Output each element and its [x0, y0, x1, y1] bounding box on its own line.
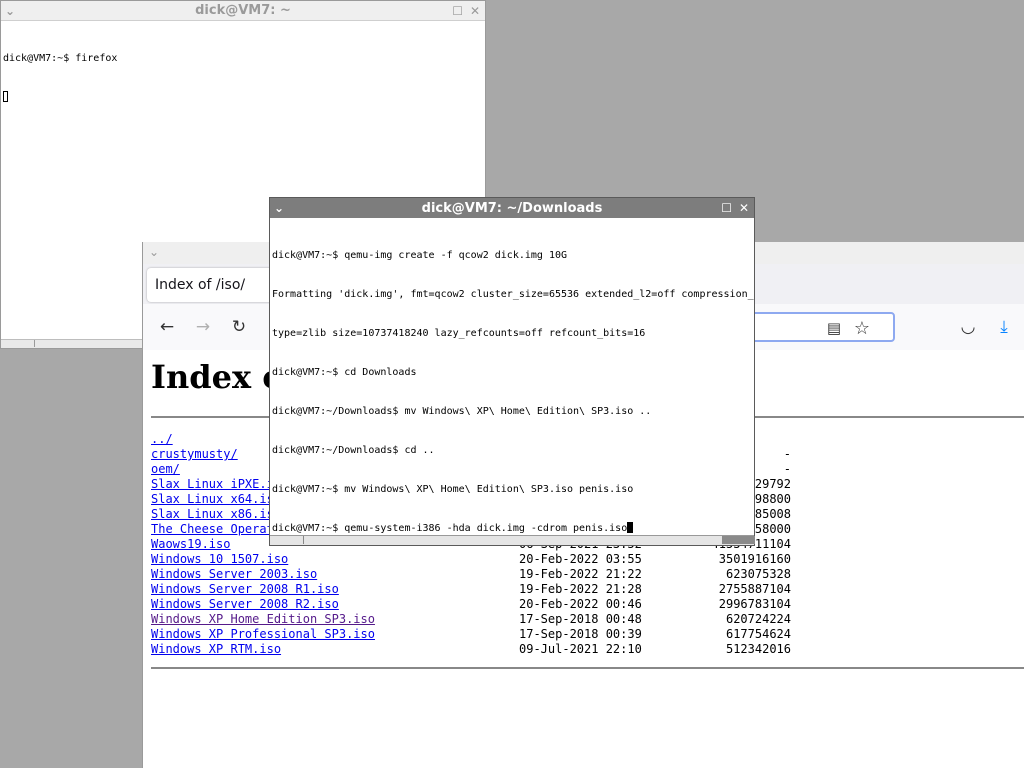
- file-date: 19-Feb-2022 21:22: [519, 567, 642, 581]
- file-size: 85008: [754, 507, 791, 521]
- terminal-output[interactable]: dick@VM7:~$ qemu-img create -f qcow2 dic…: [272, 223, 754, 561]
- file-link[interactable]: Windows Server 2003.iso: [151, 567, 317, 582]
- terminal-line: dick@VM7:~$ mv Windows\ XP\ Home\ Editio…: [272, 484, 634, 495]
- terminal-line: type=zlib size=10737418240 lazy_refcount…: [272, 328, 646, 339]
- listing-row: Windows XP RTM.iso 09-Jul-2021 22:10 51234…: [151, 642, 791, 657]
- terminal-line: dick@VM7:~$ cd Downloads: [272, 367, 417, 378]
- file-size: -: [783, 447, 791, 461]
- file-date: 17-Sep-2018 00:48: [519, 612, 642, 626]
- maximize-icon[interactable]: ☐: [721, 198, 732, 218]
- file-size: 617754624: [725, 627, 791, 641]
- file-link[interactable]: ../: [151, 432, 173, 447]
- file-link[interactable]: crustymusty/: [151, 447, 238, 462]
- reload-icon[interactable]: ↻: [228, 316, 250, 338]
- file-date: 09-Jul-2021 22:10: [519, 642, 642, 656]
- terminal-output[interactable]: dick@VM7:~$ firefox: [3, 26, 117, 132]
- file-size: -: [783, 462, 791, 476]
- file-date: 17-Sep-2018 00:39: [519, 627, 642, 641]
- file-link[interactable]: Windows XP Professional SP3.iso: [151, 627, 375, 642]
- terminal-line: dick@VM7:~/Downloads$ mv Windows\ XP\ Ho…: [272, 406, 652, 417]
- pocket-icon[interactable]: ◡: [957, 316, 979, 338]
- window-menu-icon[interactable]: ⌄: [5, 1, 15, 21]
- terminal-titlebar[interactable]: ⌄ dick@VM7: ~/Downloads ☐ ✕: [270, 198, 754, 218]
- file-size: 512342016: [725, 642, 791, 656]
- scrollbar-thumb[interactable]: [722, 536, 755, 544]
- close-icon[interactable]: ✕: [470, 1, 480, 21]
- listing-row: Windows Server 2008 R2.iso 20-Feb-2022 00…: [151, 597, 791, 612]
- terminal-line: dick@VM7:~/Downloads$ cd ..: [272, 445, 435, 456]
- file-size: 2755887104: [718, 582, 791, 596]
- file-size: 29792: [754, 477, 791, 491]
- terminal-title: dick@VM7: ~/Downloads: [421, 200, 603, 216]
- file-size: 623075328: [725, 567, 791, 581]
- close-icon[interactable]: ✕: [739, 198, 749, 218]
- divider: [151, 667, 1024, 669]
- file-link[interactable]: oem/: [151, 462, 180, 477]
- file-size: 2996783104: [718, 597, 791, 611]
- file-size: 58000: [754, 522, 791, 536]
- scrollbar-thumb[interactable]: [1, 340, 35, 347]
- terminal-line: Formatting 'dick.img', fmt=qcow2 cluster…: [272, 289, 754, 300]
- terminal-line: dick@VM7:~$ qemu-system-i386 -hda dick.i…: [272, 523, 628, 534]
- horizontal-scrollbar[interactable]: [270, 535, 755, 545]
- file-link[interactable]: Slax Linux iPXE.iso: [151, 477, 288, 492]
- tab-title: Index of /iso/: [155, 277, 246, 293]
- file-link[interactable]: Windows 10 1507.iso: [151, 552, 288, 567]
- file-link[interactable]: Windows XP Home Edition SP3.iso: [151, 612, 375, 627]
- terminal-line: dick@VM7:~$ qemu-img create -f qcow2 dic…: [272, 250, 568, 261]
- file-link[interactable]: Slax Linux x86.iso: [151, 507, 281, 522]
- maximize-icon[interactable]: ☐: [452, 1, 463, 21]
- listing-row: Windows Server 2008 R1.iso 19-Feb-2022 21…: [151, 582, 791, 597]
- terminal-line: dick@VM7:~$ firefox: [3, 53, 118, 64]
- file-link[interactable]: Windows Server 2008 R2.iso: [151, 597, 339, 612]
- terminal-cursor: [3, 91, 117, 106]
- file-link[interactable]: Slax Linux x64.iso: [151, 492, 281, 507]
- scrollbar-button-left[interactable]: [270, 536, 304, 544]
- listing-row: Windows Server 2003.iso 19-Feb-2022 21:22…: [151, 567, 791, 582]
- terminal-window-downloads[interactable]: ⌄ dick@VM7: ~/Downloads ☐ ✕ dick@VM7:~$ …: [269, 197, 755, 546]
- url-bar[interactable]: ▤ ☆: [733, 312, 895, 342]
- forward-icon[interactable]: →: [192, 316, 214, 338]
- reader-view-icon[interactable]: ▤: [823, 317, 845, 339]
- listing-row: Windows XP Professional SP3.iso 17-Sep-20…: [151, 627, 791, 642]
- terminal-titlebar[interactable]: ⌄ dick@VM7: ~ ☐ ✕: [1, 1, 485, 21]
- bookmark-star-icon[interactable]: ☆: [851, 317, 873, 339]
- download-icon[interactable]: ⤓: [993, 316, 1015, 338]
- window-menu-icon[interactable]: ⌄: [149, 242, 159, 262]
- file-link[interactable]: Waows19.iso: [151, 537, 230, 552]
- file-link[interactable]: Windows XP RTM.iso: [151, 642, 281, 657]
- file-size: 98800: [754, 492, 791, 506]
- listing-row: Windows XP Home Edition SP3.iso 17-Sep-20…: [151, 612, 791, 627]
- file-date: 20-Feb-2022 00:46: [519, 597, 642, 611]
- terminal-cursor: [627, 522, 634, 533]
- terminal-current-line: dick@VM7:~$ qemu-system-i386 -hda dick.i…: [272, 522, 754, 535]
- file-size: 620724224: [725, 612, 791, 626]
- back-icon[interactable]: ←: [156, 316, 178, 338]
- terminal-title: dick@VM7: ~: [195, 3, 291, 18]
- window-menu-icon[interactable]: ⌄: [274, 198, 284, 218]
- file-link[interactable]: Windows Server 2008 R1.iso: [151, 582, 339, 597]
- file-date: 19-Feb-2022 21:28: [519, 582, 642, 596]
